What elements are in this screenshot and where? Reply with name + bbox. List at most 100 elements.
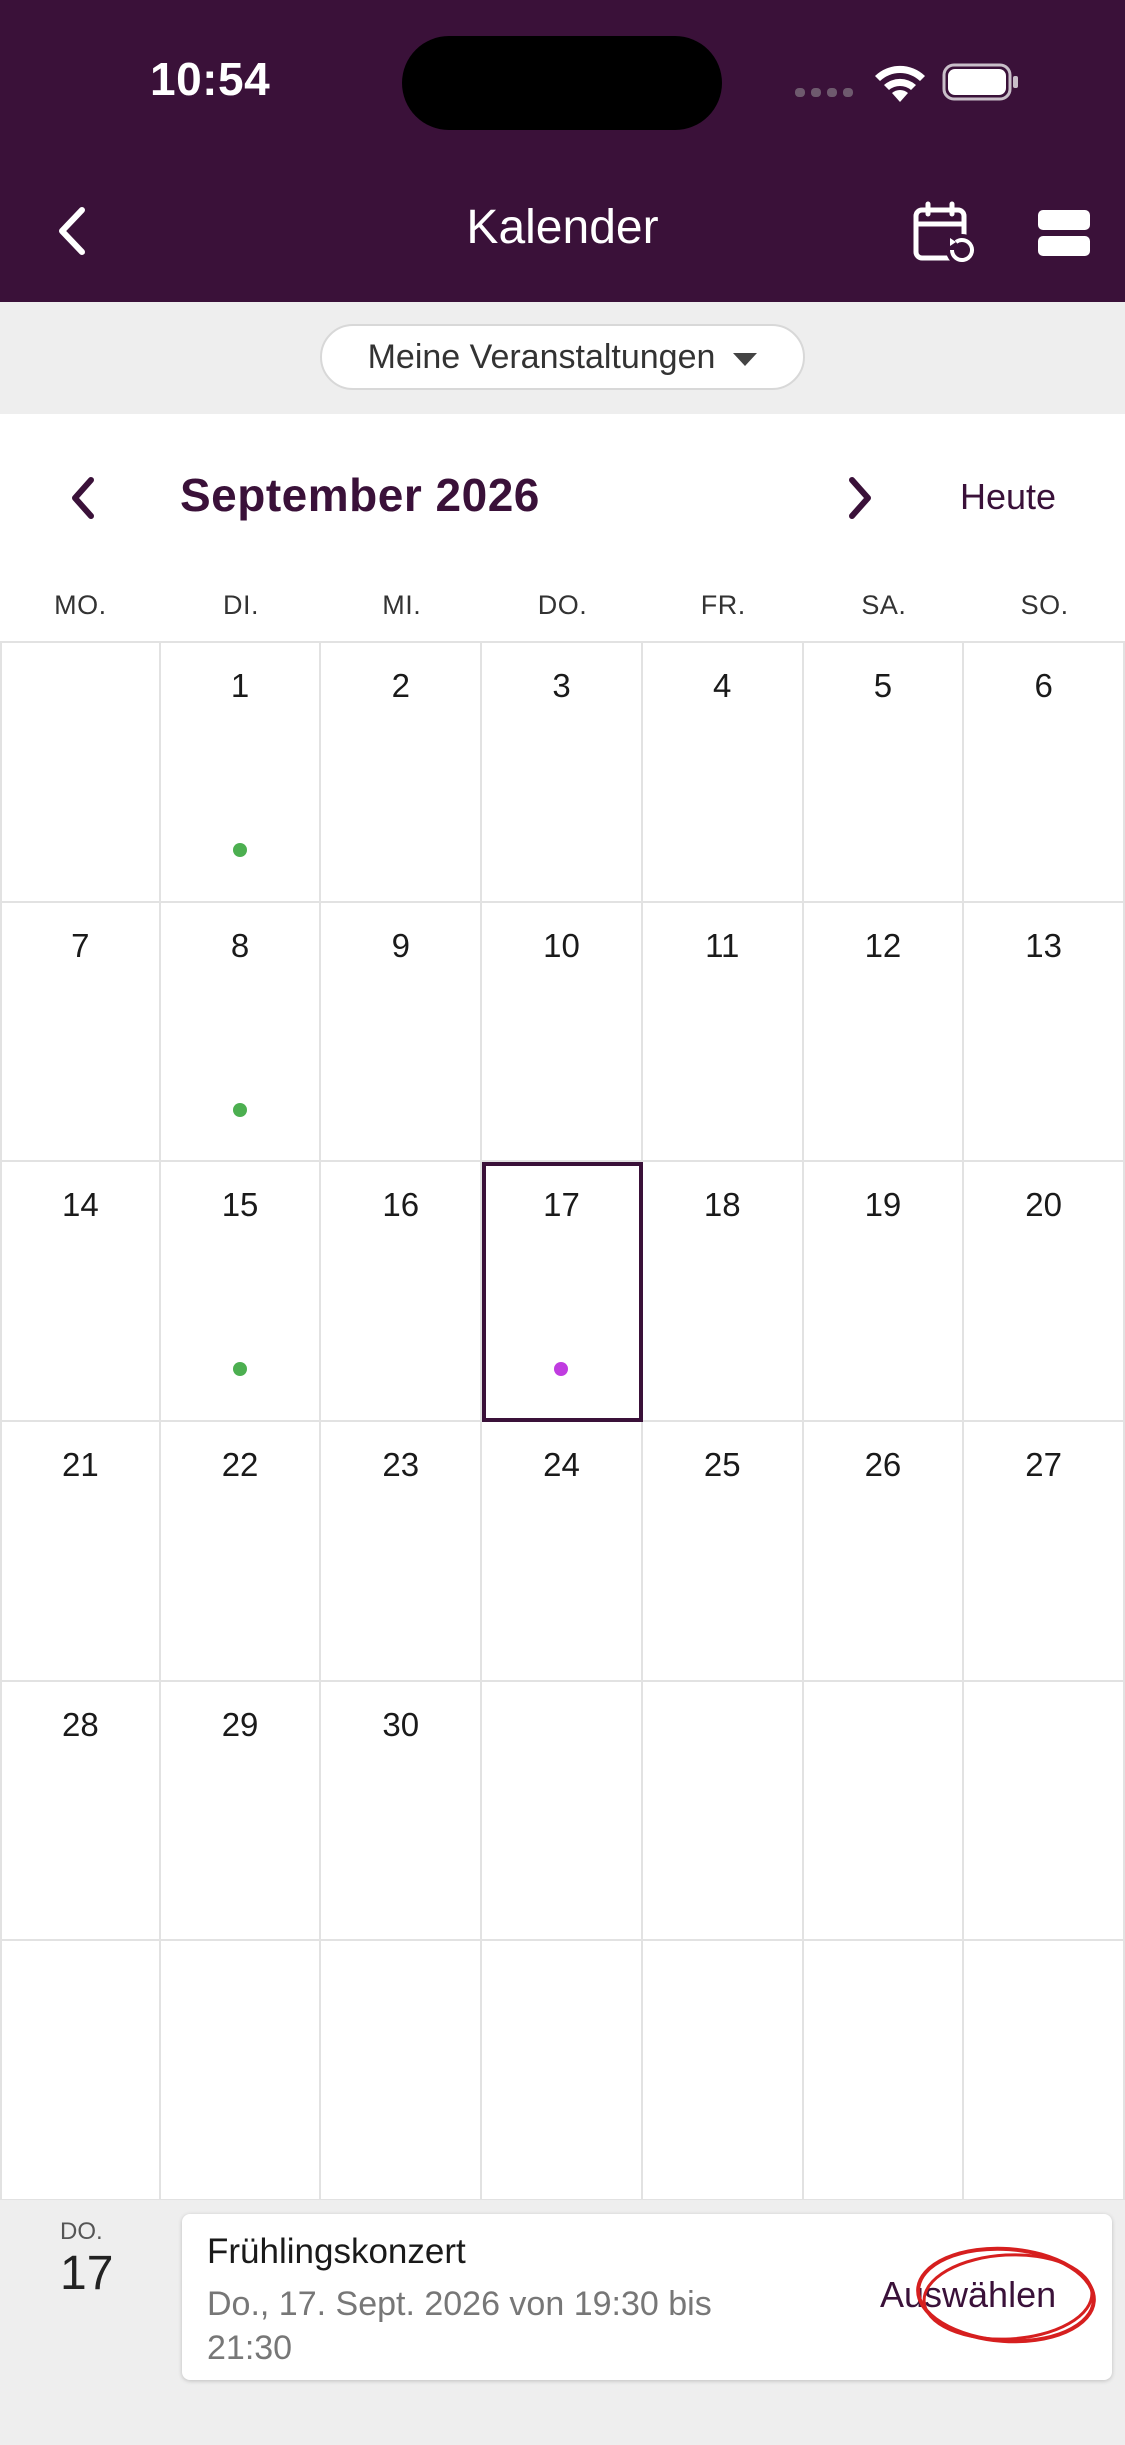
day-number: 4	[713, 667, 732, 704]
event-indicator-dot	[554, 1362, 569, 1377]
empty-day-cell	[642, 1941, 804, 2201]
selected-day-events: DO. 17 Frühlingskonzert Do., 17. Sept. 2…	[0, 2200, 1125, 2445]
calendar-sync-icon[interactable]	[910, 200, 984, 268]
event-time: Do., 17. Sept. 2026 von 19:30 bis 21:30	[207, 2285, 712, 2367]
day-cell-8[interactable]: 8	[160, 902, 322, 1163]
day-cell-16[interactable]: 16	[321, 1162, 483, 1422]
battery-icon	[942, 63, 1018, 101]
day-number: 16	[382, 1186, 420, 1224]
wifi-icon	[875, 65, 925, 102]
day-number: 8	[230, 926, 250, 964]
filter-bar: Meine Veranstaltungen	[0, 302, 1125, 414]
event-title: Frühlingskonzert	[207, 2232, 466, 2271]
day-cell-11[interactable]: 11	[642, 902, 804, 1163]
day-cell-14[interactable]: 14	[0, 1162, 161, 1422]
day-number: 26	[864, 1445, 902, 1483]
day-cell-6[interactable]: 6	[964, 643, 1125, 903]
day-cell-25[interactable]: 25	[642, 1421, 804, 1682]
empty-day-cell	[482, 1941, 643, 2201]
day-number: 22	[221, 1445, 259, 1483]
weekday-label: FR.	[700, 590, 746, 620]
cellular-signal-icon	[795, 88, 853, 97]
day-number: 2	[391, 667, 410, 704]
empty-day-cell	[803, 1681, 965, 1942]
day-cell-7[interactable]: 7	[0, 902, 161, 1163]
event-filter-dropdown[interactable]: Meine Veranstaltungen	[320, 324, 805, 390]
day-cell-24[interactable]: 24	[482, 1421, 643, 1682]
empty-day-cell	[0, 643, 161, 903]
day-cell-15[interactable]: 15	[160, 1162, 322, 1422]
selected-weekday: DO.	[60, 2218, 103, 2245]
event-indicator-dot	[233, 843, 248, 857]
weekday-label: SA.	[861, 590, 907, 620]
empty-day-cell	[964, 1681, 1125, 1942]
next-month-button[interactable]	[830, 470, 890, 526]
day-cell-3[interactable]: 3	[482, 643, 643, 903]
today-button[interactable]: Heute	[960, 476, 1056, 518]
event-indicator-dot	[233, 1102, 248, 1117]
calendar-grid: 1 2 3 4 5 6 7 8 9 10 11 12 13 14 15 16 17 18 19 20 21 22 23 24 2…	[0, 641, 1125, 2201]
view-layout-icon[interactable]	[1036, 208, 1092, 258]
day-cell-2[interactable]: 2	[321, 643, 483, 903]
empty-day-cell	[642, 1681, 804, 1942]
day-number: 19	[864, 1186, 902, 1224]
empty-day-cell	[160, 1941, 322, 2201]
day-cell-4[interactable]: 4	[642, 643, 804, 903]
day-cell-23[interactable]: 23	[321, 1421, 483, 1682]
day-number: 30	[382, 1705, 420, 1743]
weekday-label: MI.	[382, 590, 422, 620]
day-cell-5[interactable]: 5	[803, 643, 965, 903]
day-cell-1[interactable]: 1	[160, 643, 322, 903]
day-number: 12	[864, 926, 902, 964]
weekday-label: DO.	[537, 590, 588, 620]
day-number: 14	[61, 1186, 99, 1224]
day-number: 9	[391, 926, 410, 964]
previous-month-button[interactable]	[55, 470, 115, 526]
day-cell-19[interactable]: 19	[803, 1162, 965, 1422]
weekday-label: SO.	[1020, 590, 1069, 620]
event-card[interactable]: Frühlingskonzert Do., 17. Sept. 2026 von…	[182, 2214, 1112, 2380]
day-cell-27[interactable]: 27	[964, 1421, 1125, 1682]
month-title: September 2026	[180, 469, 540, 521]
day-number: 18	[703, 1186, 741, 1224]
day-number: 17	[543, 1186, 580, 1224]
day-number: 11	[705, 926, 740, 964]
day-number: 5	[873, 667, 893, 704]
day-cell-10[interactable]: 10	[482, 902, 643, 1163]
day-number: 20	[1025, 1186, 1062, 1224]
weekday-header-row: MO. DI. MI. DO. FR. SA. SO.	[0, 590, 1125, 642]
day-cell-20[interactable]: 20	[964, 1162, 1125, 1422]
empty-day-cell	[803, 1941, 965, 2201]
day-cell-30[interactable]: 30	[321, 1681, 483, 1942]
weekday-label: DI.	[223, 590, 260, 620]
day-cell-26[interactable]: 26	[803, 1421, 965, 1682]
day-number: 21	[61, 1445, 99, 1483]
empty-day-cell	[0, 1941, 161, 2201]
empty-day-cell	[482, 1681, 643, 1942]
day-number: 3	[552, 667, 571, 704]
day-number: 10	[543, 926, 580, 964]
day-number: 6	[1034, 667, 1053, 704]
status-time: 10:54	[150, 53, 271, 105]
day-cell-17[interactable]: 17	[482, 1162, 643, 1422]
select-event-button[interactable]: Auswählen	[880, 2274, 1056, 2316]
empty-day-cell	[964, 1941, 1125, 2201]
day-cell-29[interactable]: 29	[160, 1681, 322, 1942]
day-number: 13	[1025, 926, 1062, 964]
day-number: 24	[543, 1445, 580, 1483]
selected-day-number: 17	[60, 2247, 114, 2300]
day-cell-9[interactable]: 9	[321, 902, 483, 1163]
day-cell-13[interactable]: 13	[964, 902, 1125, 1163]
day-cell-28[interactable]: 28	[0, 1681, 161, 1942]
day-cell-22[interactable]: 22	[160, 1421, 322, 1682]
day-number: 29	[221, 1705, 259, 1743]
day-cell-21[interactable]: 21	[0, 1421, 161, 1682]
day-cell-18[interactable]: 18	[642, 1162, 804, 1422]
filter-label: Meine Veranstaltungen	[367, 337, 716, 376]
day-number: 1	[230, 667, 250, 704]
weekday-label: MO.	[54, 590, 107, 620]
app-header: 10:54 Kalender	[0, 0, 1125, 302]
day-number: 15	[221, 1186, 259, 1224]
caret-down-icon	[733, 352, 758, 366]
day-cell-12[interactable]: 12	[803, 902, 965, 1163]
